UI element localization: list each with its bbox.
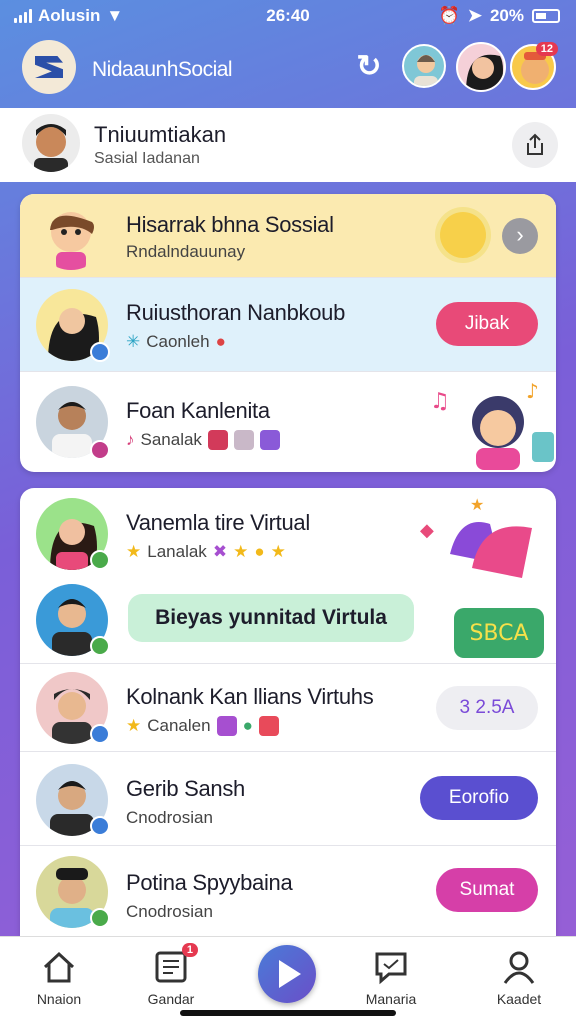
avatar[interactable] (22, 114, 80, 172)
svg-text:★: ★ (470, 495, 484, 514)
sticker-text: SBCA (469, 621, 528, 646)
list-item[interactable]: Ruiusthoran Nanbkoub ✳ Caonleh ● Jibak (20, 278, 556, 372)
tag-icon (207, 430, 228, 450)
svg-text:◆: ◆ (420, 520, 434, 541)
online-indicator (90, 908, 110, 928)
chat-icon: ● (242, 716, 253, 735)
feed-card: Hisarrak bhna Sossial Rndalndauunay › Ru… (20, 194, 556, 472)
status-bar: Aolusin ▼ 26:40 ⏰ ➤ 20% (0, 0, 576, 32)
nav-home[interactable]: Nnaion (14, 949, 104, 1007)
online-indicator (90, 550, 110, 570)
star-icon: ★ (126, 716, 142, 735)
star-icon: ★ (126, 542, 142, 561)
profile-name: Tniuumtiakan (94, 122, 227, 147)
video-icon (233, 430, 254, 450)
party-sticker-illustration: ◆ ★ SBCA (410, 488, 556, 664)
star-icon: ★ (233, 542, 249, 561)
share-button[interactable] (512, 122, 558, 168)
nav-chat[interactable]: Manaria (346, 949, 436, 1007)
notification-badge: 12 (535, 42, 558, 56)
item-subtitle: ★ Lanalak ✖ ★ ● ★ (126, 542, 286, 561)
home-icon (43, 951, 75, 983)
item-title: Potina Spyybaina (126, 870, 293, 895)
refresh-icon[interactable]: ↻ (352, 50, 386, 84)
home-indicator (180, 1010, 396, 1016)
play-icon (279, 960, 301, 988)
online-indicator (90, 440, 110, 460)
avatar[interactable]: 12 (510, 42, 558, 90)
list-item[interactable]: Kolnank Kan llians Virtuhs ★ Canalen ● 3… (20, 664, 556, 752)
svg-text:♫: ♫ (430, 389, 450, 414)
globe-icon: ● (215, 332, 226, 351)
user-icon (503, 951, 535, 984)
cross-icon: ✖ (212, 542, 228, 561)
item-subtitle: ♪ Sanalak (126, 430, 280, 450)
gift-icon (258, 716, 279, 736)
nav-feed[interactable]: 1 Gandar (126, 943, 216, 1007)
item-title: Foan Kanlenita (126, 398, 270, 423)
heart-icon (216, 716, 237, 736)
battery-icon (532, 9, 560, 23)
app-bar: NidaaunhSocial ↻ 12 (0, 32, 576, 106)
item-title: Gerib Sansh (126, 776, 245, 801)
music-note-icon: ♪ (126, 430, 135, 449)
profile-header[interactable]: Tniuumtiakan Sasial Iadanan (0, 108, 576, 182)
nav-profile[interactable]: Kaadet (474, 949, 564, 1007)
profile-subtitle: Sasial Iadanan (94, 150, 200, 167)
item-subtitle: Cnodrosian (126, 808, 213, 827)
featured-subtitle: Rndalndauunay (126, 242, 246, 261)
edit-icon (259, 430, 280, 450)
share-icon (527, 133, 543, 155)
feed-card: Vanemla tire Virtual ★ Lanalak ✖ ★ ● ★ B… (20, 488, 556, 936)
item-title: Vanemla tire Virtual (126, 510, 310, 535)
chevron-right-icon[interactable]: › (502, 218, 538, 254)
item-title: Kolnank Kan llians Virtuhs (126, 684, 374, 709)
item-subtitle: Cnodrosian (126, 902, 213, 921)
sun-sticker-icon (440, 212, 486, 258)
alarm-icon: ⏰ (438, 6, 460, 25)
music-girl-illustration: ♫ ♪ (428, 376, 556, 470)
list-item[interactable]: Potina Spyybaina Cnodrosian Sumat (20, 846, 556, 936)
profile-button[interactable]: Eorofio (420, 776, 538, 820)
online-indicator (90, 816, 110, 836)
featured-title: Hisarrak bhna Sossial (126, 212, 334, 237)
battery-label: 20% (489, 6, 524, 25)
avatar[interactable] (402, 44, 446, 88)
count-button[interactable]: 3 2.5A (436, 686, 538, 730)
location-icon: ➤ (467, 6, 482, 25)
chat-icon (375, 952, 407, 985)
message-bubble[interactable]: Bieyas yunnitad Virtula (128, 594, 414, 642)
featured-row[interactable]: Hisarrak bhna Sossial Rndalndauunay › (20, 194, 556, 278)
item-subtitle: ✳ Caonleh ● (126, 332, 226, 351)
app-logo[interactable] (22, 40, 76, 94)
submit-button[interactable]: Sumat (436, 868, 538, 912)
list-item[interactable]: Gerib Sansh Cnodrosian Eorofio (20, 752, 556, 846)
svg-text:♪: ♪ (526, 379, 539, 403)
nav-badge: 1 (181, 943, 198, 957)
online-indicator (90, 636, 110, 656)
online-indicator (90, 724, 110, 744)
play-button[interactable] (258, 945, 316, 1003)
online-indicator (90, 342, 110, 362)
item-title: Ruiusthoran Nanbkoub (126, 300, 346, 325)
item-subtitle: ★ Canalen ● (126, 716, 279, 736)
list-item[interactable]: Foan Kanlenita ♪ Sanalak ♫ ♪ (20, 372, 556, 472)
follow-button[interactable]: Jibak (436, 302, 538, 346)
avatar[interactable] (456, 42, 506, 92)
sparkle-icon: ✳ (126, 332, 141, 351)
app-title: NidaaunhSocial (92, 58, 233, 81)
star-icon: ★ (270, 542, 286, 561)
mascot-avatar (36, 200, 106, 270)
coin-icon: ● (254, 542, 265, 561)
